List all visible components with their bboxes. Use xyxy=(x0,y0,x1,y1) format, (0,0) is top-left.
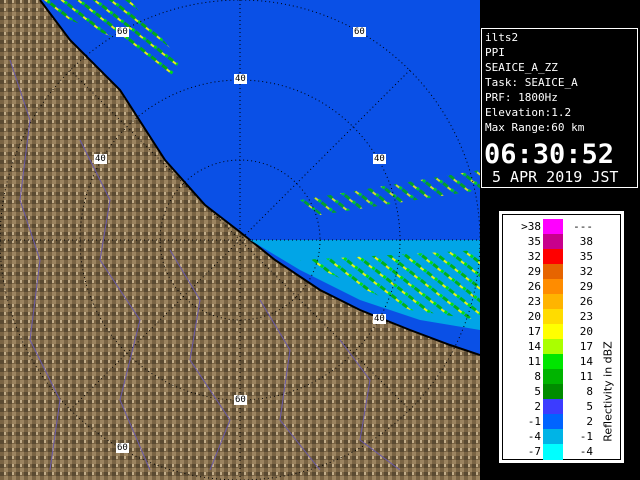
legend-color-swatch xyxy=(543,384,563,400)
legend-upper-bound: 2 xyxy=(586,415,593,428)
legend-row: 26 29 xyxy=(503,279,603,295)
legend-row: -7 -4 xyxy=(503,444,603,460)
legend-row: -4 -1 xyxy=(503,429,603,445)
legend-row: -1 2 xyxy=(503,414,603,430)
legend-color-swatch xyxy=(543,219,563,235)
radar-id: ilts2 xyxy=(485,31,519,44)
legend-frame: >38 --- 35 38 32 35 29 32 26 29 23 26 20 23 17 20 14 17 11… xyxy=(502,214,621,460)
ring-label: 60 xyxy=(234,395,247,405)
ring-label: 40 xyxy=(373,314,386,324)
radar-display: 60 60 40 40 40 40 60 60 ilts2 PPI SEAICE… xyxy=(0,0,640,480)
legend-color-swatch xyxy=(543,309,563,325)
legend-lower-bound: 17 xyxy=(527,325,541,338)
ring-label: 40 xyxy=(234,74,247,84)
legend-title-box: Reflectivity in dBZ xyxy=(598,315,618,455)
legend-upper-bound: 5 xyxy=(586,400,593,413)
legend-lower-bound: 20 xyxy=(527,310,541,323)
legend-color-swatch xyxy=(543,324,563,340)
legend-row: 35 38 xyxy=(503,234,603,250)
elevation-value: Elevation:1.2 xyxy=(485,106,572,119)
legend-upper-bound: 26 xyxy=(579,295,593,308)
legend-row: 58 xyxy=(503,384,603,400)
legend-color-swatch xyxy=(543,354,563,370)
legend-upper-bound: 23 xyxy=(579,310,593,323)
legend-lower-bound: 14 xyxy=(527,340,541,353)
ring-label: 40 xyxy=(94,154,107,164)
scan-type: PPI xyxy=(485,46,505,59)
legend-upper-bound: --- xyxy=(573,220,593,233)
legend-color-swatch xyxy=(543,429,563,445)
scan-info-panel: ilts2 PPI SEAICE_A_ZZ Task: SEAICE_A PRF… xyxy=(481,28,638,188)
legend-upper-bound: 8 xyxy=(586,385,593,398)
scan-date: 5 APR 2019 JST xyxy=(492,168,619,186)
legend-lower-bound: 26 xyxy=(527,280,541,293)
legend-lower-bound: -4 xyxy=(527,430,541,443)
legend-row: 20 23 xyxy=(503,309,603,325)
legend-lower-bound: -1 xyxy=(527,415,541,428)
legend-color-swatch xyxy=(543,294,563,310)
legend-color-swatch xyxy=(543,234,563,250)
legend-row: 11 14 xyxy=(503,354,603,370)
ring-label: 60 xyxy=(116,27,129,37)
legend-upper-bound: 35 xyxy=(579,250,593,263)
legend-color-swatch xyxy=(543,279,563,295)
legend-lower-bound: 29 xyxy=(527,265,541,278)
legend-upper-bound: 38 xyxy=(579,235,593,248)
ring-label: 40 xyxy=(373,154,386,164)
legend-lower-bound: 35 xyxy=(527,235,541,248)
legend-upper-bound: 32 xyxy=(579,265,593,278)
legend-upper-bound: -4 xyxy=(579,445,593,458)
task-name: Task: SEAICE_A xyxy=(485,76,578,89)
legend-lower-bound: 8 xyxy=(534,370,541,383)
legend-row: 17 20 xyxy=(503,324,603,340)
legend-upper-bound: 20 xyxy=(579,325,593,338)
legend-upper-bound: 11 xyxy=(579,370,593,383)
legend-row: 25 xyxy=(503,399,603,415)
prf-value: PRF: 1800Hz xyxy=(485,91,558,104)
legend-lower-bound: 23 xyxy=(527,295,541,308)
legend-color-swatch xyxy=(543,369,563,385)
legend-row: 14 17 xyxy=(503,339,603,355)
radar-svg xyxy=(0,0,480,480)
legend-row: >38 --- xyxy=(503,219,603,235)
reflectivity-legend: >38 --- 35 38 32 35 29 32 26 29 23 26 20 23 17 20 14 17 11… xyxy=(498,210,625,464)
legend-color-swatch xyxy=(543,399,563,415)
max-range-value: Max Range:60 km xyxy=(485,121,585,134)
legend-title: Reflectivity in dBZ xyxy=(601,341,615,442)
product-name: SEAICE_A_ZZ xyxy=(485,61,558,74)
legend-row: 8 11 xyxy=(503,369,603,385)
legend-lower-bound: -7 xyxy=(527,445,541,458)
legend-upper-bound: 29 xyxy=(579,280,593,293)
legend-color-swatch xyxy=(543,264,563,280)
legend-upper-bound: 14 xyxy=(579,355,593,368)
legend-lower-bound: >38 xyxy=(521,220,541,233)
legend-lower-bound: 2 xyxy=(534,400,541,413)
legend-color-swatch xyxy=(543,414,563,430)
ring-label: 60 xyxy=(353,27,366,37)
legend-upper-bound: -1 xyxy=(579,430,593,443)
legend-lower-bound: 32 xyxy=(527,250,541,263)
ppi-radar-image[interactable]: 60 60 40 40 40 40 60 60 xyxy=(0,0,480,480)
legend-color-swatch xyxy=(543,339,563,355)
legend-upper-bound: 17 xyxy=(579,340,593,353)
scan-time: 06:30:52 xyxy=(484,139,615,170)
legend-color-swatch xyxy=(543,444,563,460)
legend-row: 32 35 xyxy=(503,249,603,265)
legend-color-swatch xyxy=(543,249,563,265)
ring-label: 60 xyxy=(116,443,129,453)
legend-row: 23 26 xyxy=(503,294,603,310)
legend-lower-bound: 5 xyxy=(534,385,541,398)
legend-row: 29 32 xyxy=(503,264,603,280)
legend-lower-bound: 11 xyxy=(527,355,541,368)
